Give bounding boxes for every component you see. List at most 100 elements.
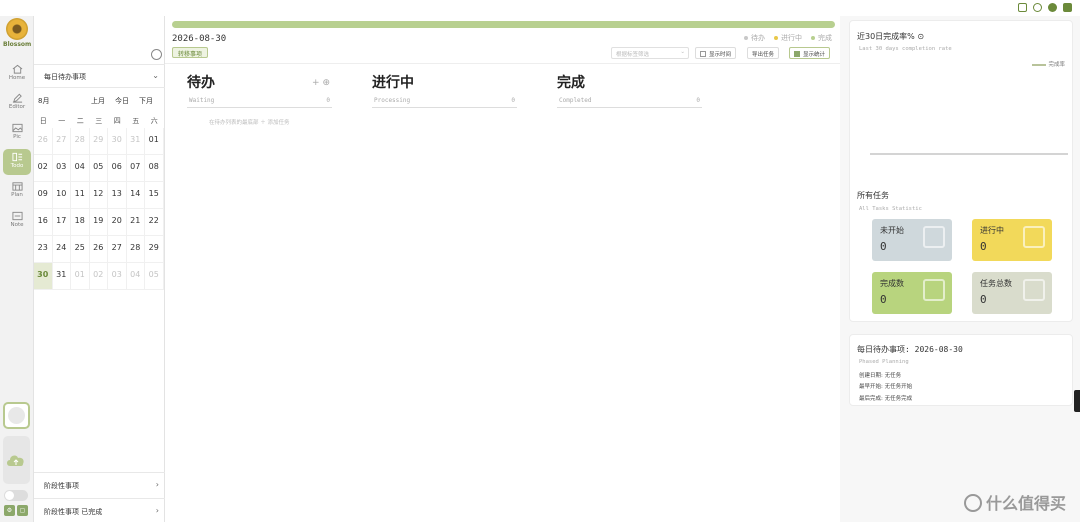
checkbox[interactable] xyxy=(700,51,706,57)
column-count: 0 xyxy=(696,97,700,104)
calendar-day[interactable]: 24 xyxy=(52,236,71,263)
phase-done-label: 阶段性事项 已完成 xyxy=(44,508,103,516)
nav-editor[interactable]: Editor xyxy=(3,90,31,116)
calendar-day[interactable]: 27 xyxy=(52,128,71,155)
calendar-day[interactable]: 26 xyxy=(34,128,53,155)
calendar-day[interactable]: 10 xyxy=(52,182,71,209)
calendar-day[interactable]: 05 xyxy=(89,155,108,182)
calendar-day[interactable]: 08 xyxy=(145,155,164,182)
migrate-button[interactable]: 转移事项 xyxy=(172,47,209,58)
phase-tasks[interactable]: 阶段性事项 › xyxy=(34,472,165,496)
chevron-down-icon: ⌄ xyxy=(680,49,685,55)
nav-label: Todo xyxy=(10,163,24,169)
flower-icon xyxy=(6,18,28,40)
export-button[interactable]: 导出任务 xyxy=(747,47,780,59)
calendar-day[interactable]: 07 xyxy=(126,155,145,182)
calendar-day[interactable]: 13 xyxy=(108,182,127,209)
nav-home[interactable]: Home xyxy=(3,61,31,87)
left-rail: Blossom Home Editor Pic Todo Plan Note ⚙… xyxy=(0,16,34,522)
calendar-day[interactable]: 31 xyxy=(52,263,71,290)
calendar-day[interactable]: 25 xyxy=(71,236,90,263)
calendar-day[interactable]: 03 xyxy=(52,155,71,182)
today-button[interactable]: 今日 xyxy=(115,96,129,106)
calendar-day[interactable]: 22 xyxy=(145,209,164,236)
calendar-day[interactable]: 29 xyxy=(89,128,108,155)
calendar-day[interactable]: 23 xyxy=(34,236,53,263)
calendar-day[interactable]: 12 xyxy=(89,182,108,209)
calendar-day[interactable]: 27 xyxy=(108,236,127,263)
calendar-day[interactable]: 01 xyxy=(71,263,90,290)
calendar-day[interactable]: 30 xyxy=(34,263,53,290)
calendar-day[interactable]: 03 xyxy=(108,263,127,290)
show-time-toggle[interactable]: 显示时间 xyxy=(695,47,737,59)
toggle-knob xyxy=(5,491,14,500)
calendar-day[interactable]: 15 xyxy=(145,182,164,209)
nav-note[interactable]: Note xyxy=(3,208,31,234)
daily-subtitle: Phased Planning xyxy=(859,359,909,365)
side-tab[interactable] xyxy=(1074,390,1080,412)
calendar-day[interactable]: 20 xyxy=(108,209,127,236)
theme-toggle[interactable] xyxy=(4,490,28,501)
weekday: 一 xyxy=(58,117,66,125)
nav-plan[interactable]: Plan xyxy=(3,178,31,204)
divider xyxy=(165,63,840,64)
calendar-day[interactable]: 29 xyxy=(145,236,164,263)
tag-filter-select[interactable]: 根据标签筛选 ⌄ xyxy=(611,47,689,59)
editor-icon xyxy=(12,93,22,103)
checkbox[interactable] xyxy=(794,51,800,57)
show-stats-toggle[interactable]: 显示统计 xyxy=(789,47,831,59)
calendar-day[interactable]: 14 xyxy=(126,182,145,209)
calendar-day[interactable]: 18 xyxy=(71,209,90,236)
todo-type-dropdown[interactable]: 每日待办事项 ⌄ xyxy=(34,64,165,88)
calendar-day[interactable]: 28 xyxy=(71,128,90,155)
calendar-day[interactable]: 17 xyxy=(52,209,71,236)
chevron-down-icon: ⌄ xyxy=(152,71,159,80)
calendar-grid: 26 27 28 29 30 31 01 02 03 04 05 06 07 08 09 10 11 12 13 14… xyxy=(34,128,165,290)
chevron-right-icon: › xyxy=(155,480,159,489)
settings-icon[interactable] xyxy=(1033,3,1042,12)
calendar-day[interactable]: 02 xyxy=(34,155,53,182)
nav-todo[interactable]: Todo xyxy=(3,149,31,175)
task-card-icon xyxy=(923,226,945,248)
all-title: 所有任务 xyxy=(857,191,889,200)
weekday: 三 xyxy=(95,117,103,125)
record-icon[interactable] xyxy=(1048,3,1057,12)
nav-label: Note xyxy=(10,222,24,228)
calendar-day[interactable]: 19 xyxy=(89,209,108,236)
calendar-day[interactable]: 30 xyxy=(108,128,127,155)
weekday: 二 xyxy=(76,117,84,125)
phase-done[interactable]: 阶段性事项 已完成 › xyxy=(34,498,165,522)
calendar-day[interactable]: 16 xyxy=(34,209,53,236)
calendar-header: 8月 上月 今日 下月 xyxy=(34,94,165,108)
calendar-day[interactable]: 01 xyxy=(145,128,164,155)
next-month-button[interactable]: 下月 xyxy=(139,96,153,106)
refresh-icon[interactable] xyxy=(151,49,162,60)
stats-panel: 近30日完成率% ⊙ Last 30 days completion rate … xyxy=(840,16,1080,522)
settings-button[interactable]: ⚙ xyxy=(4,505,15,516)
avatar-box[interactable] xyxy=(3,402,30,429)
calendar-day[interactable]: 05 xyxy=(145,263,164,290)
app-name: Blossom xyxy=(3,41,32,48)
nav-pic[interactable]: Pic xyxy=(3,120,31,146)
stats-card: 近30日完成率% ⊙ Last 30 days completion rate … xyxy=(849,20,1073,322)
prev-month-button[interactable]: 上月 xyxy=(91,96,105,106)
calendar-day[interactable]: 21 xyxy=(126,209,145,236)
calendar-day[interactable]: 26 xyxy=(89,236,108,263)
calendar-day[interactable]: 09 xyxy=(34,182,53,209)
bell-icon[interactable] xyxy=(1018,3,1027,12)
info-icon: ⊙ xyxy=(917,32,925,41)
calendar-day[interactable]: 31 xyxy=(126,128,145,155)
note-icon xyxy=(11,211,23,221)
window-icon[interactable] xyxy=(1063,3,1072,12)
calendar-day[interactable]: 04 xyxy=(126,263,145,290)
column-waiting: 待办 + ⊕ Waiting 0 xyxy=(187,72,332,108)
stat-processing: 进行中 0 xyxy=(972,219,1052,261)
calendar-day[interactable]: 02 xyxy=(89,263,108,290)
upload-box[interactable] xyxy=(3,436,30,484)
add-task-button[interactable]: + ⊕ xyxy=(312,78,330,88)
calendar-day[interactable]: 11 xyxy=(71,182,90,209)
calendar-day[interactable]: 28 xyxy=(126,236,145,263)
calendar-day[interactable]: 06 xyxy=(108,155,127,182)
calendar-day[interactable]: 04 xyxy=(71,155,90,182)
window-button[interactable]: ▢ xyxy=(17,505,28,516)
